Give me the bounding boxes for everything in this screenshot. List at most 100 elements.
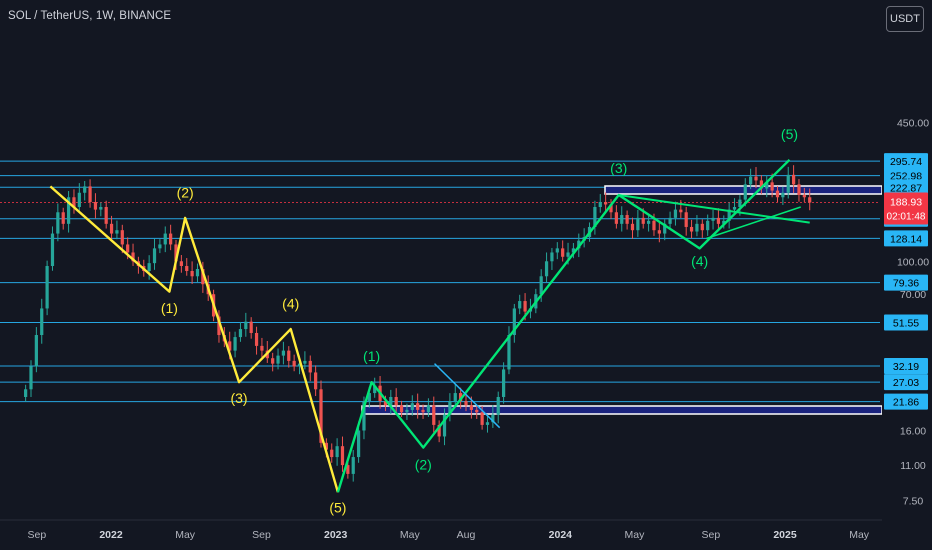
candle-body (314, 372, 318, 390)
candle-body (695, 223, 699, 232)
candle-body (802, 194, 806, 198)
candle-body (684, 212, 688, 227)
candle-body (732, 206, 737, 210)
candle-body (566, 252, 570, 257)
level-badge-label: 79.36 (893, 278, 919, 290)
candle-body (652, 220, 656, 231)
candle-body (775, 190, 780, 198)
candle-body (749, 176, 753, 185)
candle-body (260, 345, 264, 351)
candle-body (287, 350, 291, 361)
candle-body (646, 220, 651, 224)
support-zone-low (361, 405, 883, 415)
candle-body (673, 209, 678, 218)
candle-body (620, 215, 624, 224)
candle-body (399, 405, 404, 413)
candle-body (808, 197, 812, 203)
candle-body (679, 209, 683, 213)
candle-body (115, 230, 119, 234)
y-tick-label: 450.00 (897, 117, 929, 129)
candle-body (523, 301, 527, 312)
chart-area[interactable]: (2) (1) (4) (3) (5) (1) (2) (3) (4) (5) 450.00 100… (0, 0, 932, 550)
candle-body (657, 230, 661, 234)
candle-body (432, 405, 436, 425)
candle-body (330, 449, 334, 458)
symbol-title[interactable]: SOL / TetherUS, 1W, BINANCE (8, 10, 171, 22)
candle-body (276, 355, 280, 364)
candle-body (356, 430, 361, 458)
green-wave-label: (4) (691, 253, 708, 269)
candle-body (40, 308, 44, 336)
candle-body (598, 202, 602, 207)
candle-body (475, 409, 479, 413)
candle-body (716, 217, 721, 224)
candle-body (195, 268, 200, 277)
candle-body (518, 301, 522, 309)
yellow-wave-label: (3) (230, 390, 247, 406)
candle-body (426, 405, 431, 413)
candle-body (711, 217, 715, 221)
candle-body (485, 422, 490, 425)
support-zone-high (604, 185, 883, 195)
candle-body (179, 261, 183, 267)
y-tick-label: 11.00 (900, 460, 926, 472)
yellow-wave-label: (5) (329, 499, 346, 515)
candle-body (781, 192, 785, 198)
candle-body (244, 321, 248, 330)
x-tick-label: May (625, 529, 646, 541)
candle-body (791, 174, 796, 185)
x-tick-label: 2024 (549, 529, 573, 541)
candle-body (169, 233, 173, 245)
candle-body (163, 233, 167, 245)
yellow-wave-label: (2) (177, 184, 194, 200)
candle-body (147, 263, 151, 272)
candle-body (561, 248, 565, 257)
candle-body (233, 337, 237, 351)
candle-body (544, 261, 549, 277)
candle-body (281, 350, 286, 356)
candle-body (641, 217, 645, 224)
candle-body (335, 446, 339, 458)
candle-body (416, 403, 420, 410)
countdown-label: 02:01:48 (887, 212, 926, 223)
level-badge-label: 295.74 (890, 156, 922, 168)
candle-body (550, 252, 554, 262)
candle-body (770, 182, 774, 191)
level-badge-label: 51.55 (893, 317, 919, 329)
green-wave-label: (5) (781, 126, 798, 142)
candle-body (93, 202, 98, 210)
candle-body (126, 244, 130, 253)
candle-body (625, 215, 629, 224)
candle-body (405, 409, 409, 413)
candle-body (152, 248, 157, 264)
candle-body (469, 405, 473, 410)
candle-body (254, 332, 259, 346)
candle-body (453, 393, 457, 402)
candle-body (480, 412, 484, 425)
y-tick-label: 70.00 (900, 289, 926, 301)
level-badge-label: 222.87 (890, 182, 922, 194)
candle-body (292, 360, 296, 367)
x-tick-label: May (849, 529, 870, 541)
candle-body (109, 223, 114, 234)
x-tick-label: May (175, 529, 196, 541)
candle-body (249, 321, 253, 333)
candle-body (99, 206, 103, 210)
candle-body (104, 206, 108, 224)
candle-body (34, 335, 38, 367)
candle-body (88, 186, 92, 203)
candle-body (539, 276, 543, 295)
candle-body (50, 233, 55, 267)
y-tick-label: 7.50 (903, 495, 924, 507)
candle-body (797, 184, 801, 195)
currency-button[interactable]: USDT (886, 6, 924, 32)
candle-body (630, 223, 635, 231)
candle-body (185, 266, 189, 272)
candle-body (308, 360, 312, 373)
candle-body (61, 212, 65, 224)
candle-body (394, 396, 398, 406)
candle-body (190, 271, 194, 277)
candle-body (83, 186, 87, 193)
candle-body (421, 409, 425, 413)
current-price-label: 188.93 (890, 197, 922, 209)
